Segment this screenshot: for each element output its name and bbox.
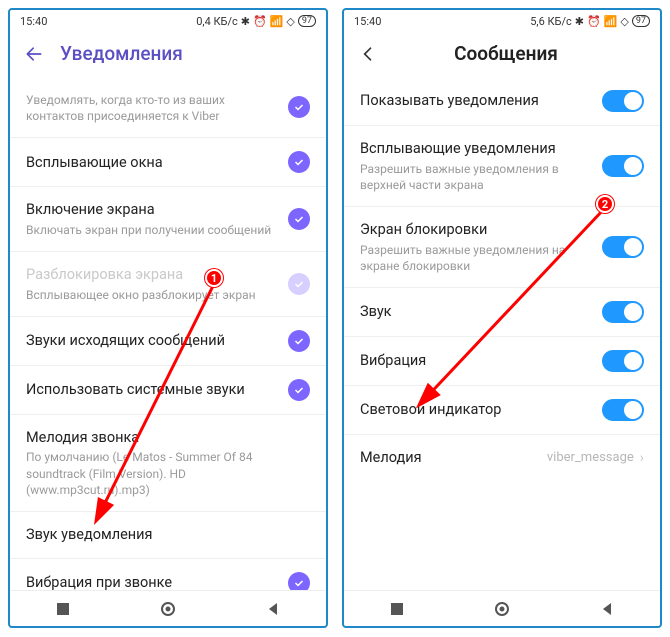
row-title: Экран блокировки: [360, 220, 592, 240]
check-icon[interactable]: [288, 96, 310, 118]
nav-recent-icon[interactable]: [55, 601, 71, 617]
battery-icon: 97: [632, 15, 650, 27]
check-icon: [288, 273, 310, 295]
row-notification-sound[interactable]: Звук уведомления: [10, 511, 326, 558]
back-chevron-icon[interactable]: [358, 44, 378, 64]
row-sub: По умолчанию (Le Matos - Summer Of 84 so…: [26, 449, 300, 498]
row-popup-notifications[interactable]: Всплывающие уведомления Разрешить важные…: [344, 125, 660, 206]
row-sub: Разрешить важные уведомления на экране б…: [360, 242, 592, 274]
wifi-icon: ◇: [620, 15, 628, 28]
nav-home-icon[interactable]: [160, 601, 176, 617]
annotation-marker: 2: [596, 195, 614, 213]
status-bar: 15:40 5,6 КБ/с ✱ ⏰ 📶 ◇ 97: [344, 10, 660, 32]
row-vibration[interactable]: Вибрация: [344, 336, 660, 385]
row-outgoing-sounds[interactable]: Звуки исходящих сообщений: [10, 316, 326, 365]
header: Уведомления: [10, 32, 326, 77]
status-time: 15:40: [354, 15, 381, 28]
signal-icon: 📶: [270, 15, 284, 28]
row-title: Вибрация: [360, 351, 592, 371]
row-sound[interactable]: Звук: [344, 287, 660, 336]
toggle-switch[interactable]: [602, 399, 644, 421]
status-net: 5,6 КБ/с: [530, 15, 572, 28]
toggle-switch[interactable]: [602, 155, 644, 177]
toggle-switch[interactable]: [602, 90, 644, 112]
row-unlock-screen: Разблокировка экрана Всплывающее окно ра…: [10, 251, 326, 316]
page-title: Уведомления: [60, 42, 312, 65]
row-sub: Разрешить важные уведомления в верхней ч…: [360, 161, 592, 193]
nav-recent-icon[interactable]: [389, 601, 405, 617]
nav-back-icon[interactable]: [265, 601, 281, 617]
annotation-marker: 1: [205, 269, 223, 287]
page-title: Сообщения: [394, 42, 646, 65]
row-title: Разблокировка экрана: [26, 265, 278, 285]
row-title: Всплывающие окна: [26, 153, 278, 173]
row-light-indicator[interactable]: Световой индикатор: [344, 385, 660, 434]
row-title: Звук: [360, 302, 592, 322]
status-net: 0,4 КБ/с: [196, 15, 238, 28]
row-title: Использовать системные звуки: [26, 380, 278, 400]
nav-home-icon[interactable]: [494, 601, 510, 617]
check-icon[interactable]: [288, 208, 310, 230]
nav-bar: [344, 590, 660, 626]
row-title: Мелодия: [360, 448, 537, 468]
check-icon[interactable]: [288, 379, 310, 401]
row-sub: Уведомлять, когда кто-то из ваших контак…: [26, 92, 278, 124]
check-icon[interactable]: [288, 151, 310, 173]
toggle-switch[interactable]: [602, 350, 644, 372]
alarm-icon: ⏰: [587, 15, 601, 28]
row-title: Включение экрана: [26, 200, 278, 220]
row-screen-on[interactable]: Включение экрана Включать экран при полу…: [10, 186, 326, 251]
row-popups[interactable]: Всплывающие окна: [10, 137, 326, 186]
status-right: 0,4 КБ/с ✱ ⏰ 📶 ◇ 97: [196, 15, 316, 28]
toggle-switch[interactable]: [602, 301, 644, 323]
row-sub: Всплывающее окно разблокирует экран: [26, 287, 278, 303]
row-title: Звуки исходящих сообщений: [26, 331, 278, 351]
status-bar: 15:40 0,4 КБ/с ✱ ⏰ 📶 ◇ 97: [10, 10, 326, 32]
row-sub: Включать экран при получении сообщений: [26, 222, 278, 238]
row-contact-joined[interactable]: Уведомлять, когда кто-то из ваших контак…: [10, 77, 326, 137]
status-time: 15:40: [20, 15, 47, 28]
row-title: Показывать уведомления: [360, 91, 592, 111]
back-arrow-icon[interactable]: [24, 44, 44, 64]
nav-back-icon[interactable]: [599, 601, 615, 617]
row-title: Вибрация при звонке: [26, 573, 278, 590]
row-ringtone[interactable]: Мелодия звонка По умолчанию (Le Matos - …: [10, 414, 326, 511]
battery-icon: 97: [298, 15, 316, 27]
row-show-notifications[interactable]: Показывать уведомления: [344, 77, 660, 125]
header: Сообщения: [344, 32, 660, 77]
phone-right: 15:40 5,6 КБ/с ✱ ⏰ 📶 ◇ 97 Сообщения Пока…: [342, 8, 662, 628]
row-title: Всплывающие уведомления: [360, 139, 592, 159]
settings-list: Показывать уведомления Всплывающие уведо…: [344, 77, 660, 590]
check-icon[interactable]: [288, 572, 310, 590]
nav-bar: [10, 590, 326, 626]
row-vibrate-on-call[interactable]: Вибрация при звонке: [10, 558, 326, 590]
row-lock-screen[interactable]: Экран блокировки Разрешить важные уведом…: [344, 206, 660, 287]
status-right: 5,6 КБ/с ✱ ⏰ 📶 ◇ 97: [530, 15, 650, 28]
bluetooth-icon: ✱: [575, 15, 584, 28]
row-title: Световой индикатор: [360, 400, 592, 420]
signal-icon: 📶: [604, 15, 618, 28]
row-value: viber_message: [547, 450, 634, 465]
row-system-sounds[interactable]: Использовать системные звуки: [10, 365, 326, 414]
phone-left: 15:40 0,4 КБ/с ✱ ⏰ 📶 ◇ 97 Уведомления Ув…: [8, 8, 328, 628]
settings-list: Уведомлять, когда кто-то из ваших контак…: [10, 77, 326, 590]
chevron-right-icon: ›: [640, 450, 644, 466]
row-title: Мелодия звонка: [26, 428, 300, 448]
toggle-switch[interactable]: [602, 236, 644, 258]
alarm-icon: ⏰: [253, 15, 267, 28]
check-icon[interactable]: [288, 330, 310, 352]
bluetooth-icon: ✱: [241, 15, 250, 28]
row-title: Звук уведомления: [26, 525, 300, 545]
row-melody[interactable]: Мелодия viber_message ›: [344, 434, 660, 481]
wifi-icon: ◇: [286, 15, 294, 28]
